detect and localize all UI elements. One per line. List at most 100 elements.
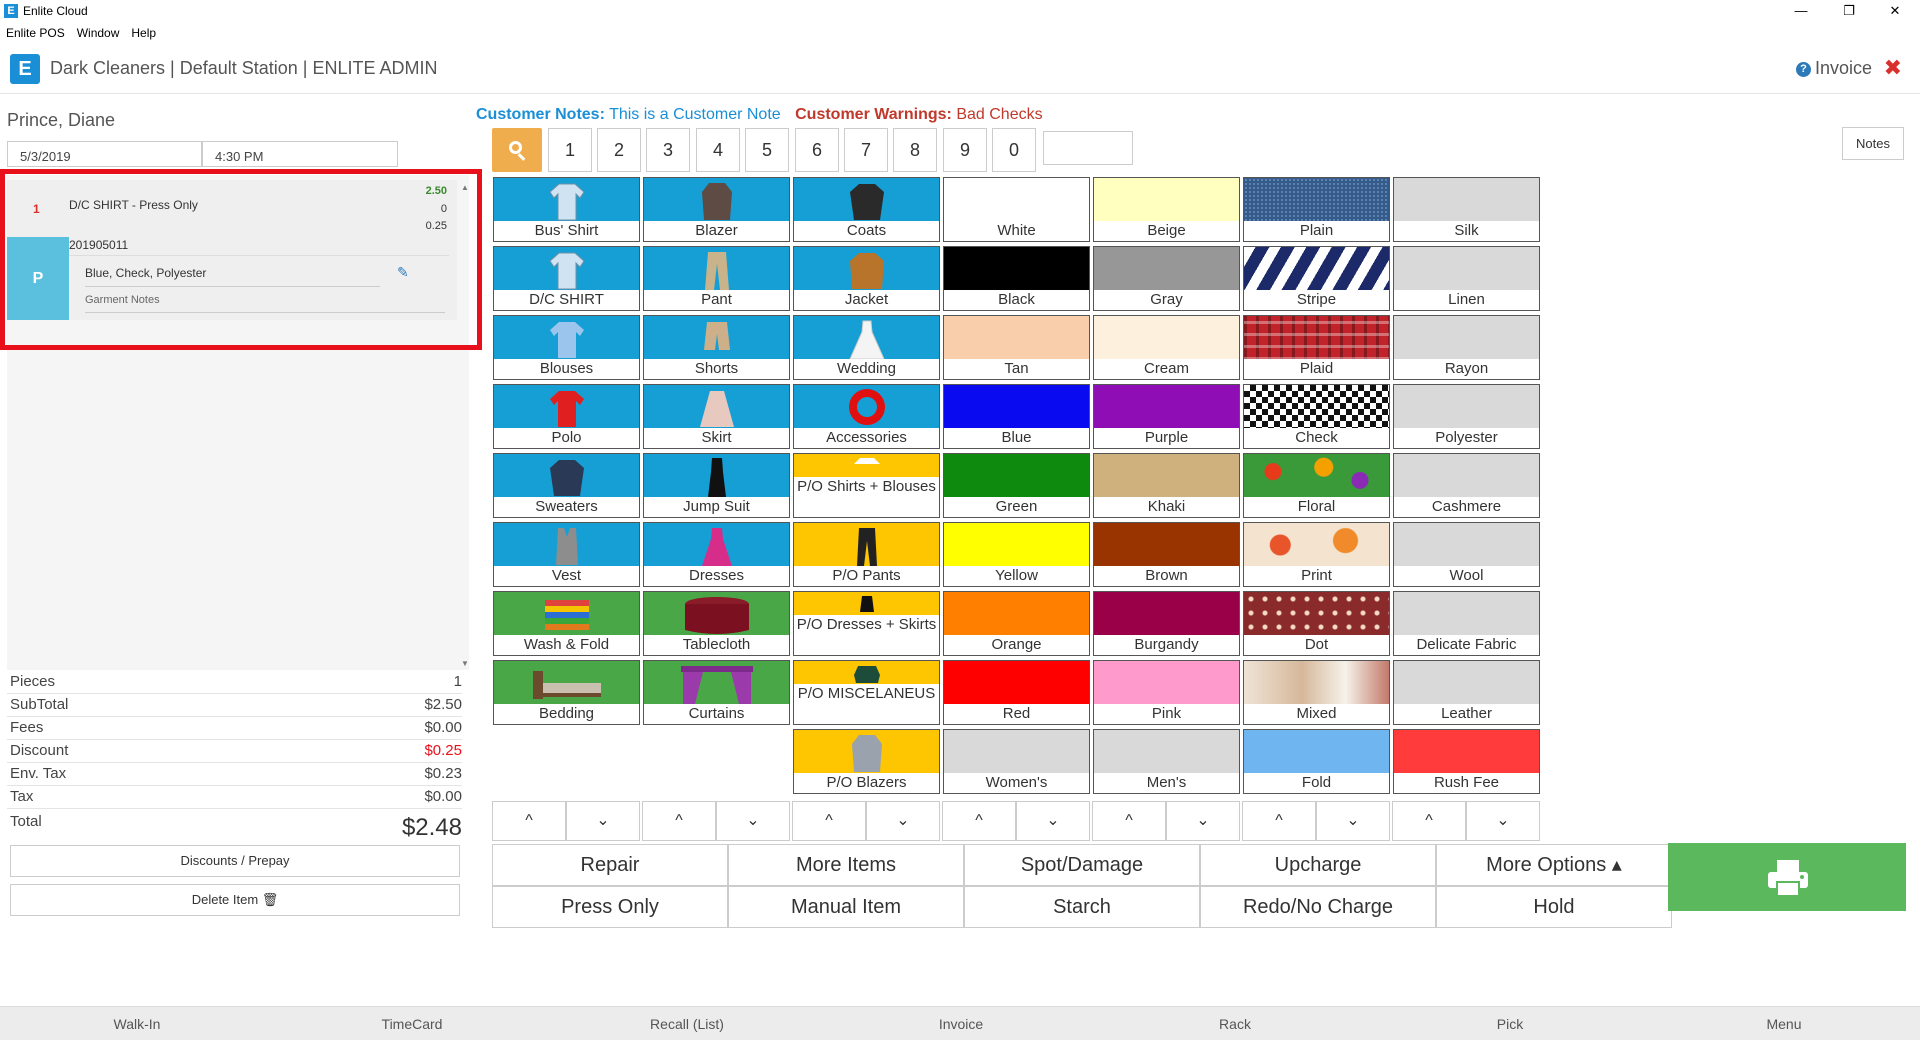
upcharge-button[interactable]: Upcharge — [1200, 844, 1436, 886]
tile-skirt[interactable]: Skirt — [643, 384, 790, 449]
tile-rush-fee[interactable]: Rush Fee — [1393, 729, 1540, 794]
tile-orange[interactable]: Orange — [943, 591, 1090, 656]
menu-window[interactable]: Window — [71, 22, 126, 40]
tile-pink[interactable]: Pink — [1093, 660, 1240, 725]
search-button[interactable] — [492, 128, 542, 172]
tile-silk[interactable]: Silk — [1393, 177, 1540, 242]
keypad-key-2[interactable]: 2 — [597, 128, 641, 172]
time-field[interactable]: 4:30 PM — [202, 141, 398, 167]
tile-wool[interactable]: Wool — [1393, 522, 1540, 587]
tile-women-s[interactable]: Women's — [943, 729, 1090, 794]
keypad-key-3[interactable]: 3 — [646, 128, 690, 172]
more-options-button[interactable]: More Options ▴ — [1436, 844, 1672, 886]
tile-print[interactable]: Print — [1243, 522, 1390, 587]
tile-sweaters[interactable]: Sweaters — [493, 453, 640, 518]
keypad-key-4[interactable]: 4 — [696, 128, 740, 172]
discounts-prepay-button[interactable]: Discounts / Prepay — [10, 845, 460, 877]
redo-no-charge-button[interactable]: Redo/No Charge — [1200, 886, 1436, 928]
nav-pick[interactable]: Pick — [1410, 1016, 1610, 1032]
print-button[interactable] — [1668, 843, 1906, 911]
scroll-up-icon[interactable]: ^ — [792, 801, 866, 841]
tile-p-o-dresses-skirts[interactable]: P/O Dresses + Skirts — [793, 591, 940, 656]
tile-polo[interactable]: Polo — [493, 384, 640, 449]
notes-button[interactable]: Notes — [1842, 127, 1904, 160]
tile-plain[interactable]: Plain — [1243, 177, 1390, 242]
tile-men-s[interactable]: Men's — [1093, 729, 1240, 794]
scroll-down-icon[interactable]: ⌄ — [716, 801, 790, 841]
spot-damage-button[interactable]: Spot/Damage — [964, 844, 1200, 886]
scroll-down-icon[interactable]: ▼ — [461, 659, 469, 668]
tile-white[interactable]: White — [943, 177, 1090, 242]
tile-check[interactable]: Check — [1243, 384, 1390, 449]
close-icon[interactable]: ✖ — [1884, 55, 1902, 81]
menu-help[interactable]: Help — [125, 22, 162, 40]
scroll-up-icon[interactable]: ^ — [1242, 801, 1316, 841]
minimize-button[interactable]: — — [1778, 0, 1824, 22]
tile-red[interactable]: Red — [943, 660, 1090, 725]
nav-rack[interactable]: Rack — [1135, 1016, 1335, 1032]
nav-invoice[interactable]: Invoice — [861, 1016, 1061, 1032]
tile-green[interactable]: Green — [943, 453, 1090, 518]
tile-accessories[interactable]: Accessories — [793, 384, 940, 449]
tile-purple[interactable]: Purple — [1093, 384, 1240, 449]
scroll-up-icon[interactable]: ^ — [492, 801, 566, 841]
tile-bus-shirt[interactable]: Bus' Shirt — [493, 177, 640, 242]
tile-pant[interactable]: Pant — [643, 246, 790, 311]
tile-shorts[interactable]: Shorts — [643, 315, 790, 380]
scroll-down-icon[interactable]: ⌄ — [1466, 801, 1540, 841]
tile-dot[interactable]: Dot — [1243, 591, 1390, 656]
keypad-key-7[interactable]: 7 — [844, 128, 888, 172]
scroll-down-icon[interactable]: ⌄ — [1316, 801, 1390, 841]
tile-curtains[interactable]: Curtains — [643, 660, 790, 725]
tile-jacket[interactable]: Jacket — [793, 246, 940, 311]
keypad-key-5[interactable]: 5 — [745, 128, 789, 172]
tile-blue[interactable]: Blue — [943, 384, 1090, 449]
tile-black[interactable]: Black — [943, 246, 1090, 311]
press-only-button[interactable]: Press Only — [492, 886, 728, 928]
nav-recall-list[interactable]: Recall (List) — [587, 1016, 787, 1032]
scroll-down-icon[interactable]: ⌄ — [566, 801, 640, 841]
tile-coats[interactable]: Coats — [793, 177, 940, 242]
scroll-up-icon[interactable]: ^ — [642, 801, 716, 841]
tile-blazer[interactable]: Blazer — [643, 177, 790, 242]
tile-fold[interactable]: Fold — [1243, 729, 1390, 794]
tile-floral[interactable]: Floral — [1243, 453, 1390, 518]
tile-tan[interactable]: Tan — [943, 315, 1090, 380]
tile-p-o-miscelaneus[interactable]: P/O MISCELANEUS — [793, 660, 940, 725]
tile-leather[interactable]: Leather — [1393, 660, 1540, 725]
tile-wash-fold[interactable]: Wash & Fold — [493, 591, 640, 656]
scroll-up-icon[interactable]: ^ — [942, 801, 1016, 841]
restore-button[interactable]: ❐ — [1826, 0, 1872, 22]
menu-enlite-pos[interactable]: Enlite POS — [0, 22, 71, 40]
tile-vest[interactable]: Vest — [493, 522, 640, 587]
tile-wedding[interactable]: Wedding — [793, 315, 940, 380]
tile-beige[interactable]: Beige — [1093, 177, 1240, 242]
tile-p-o-shirts-blouses[interactable]: P/O Shirts + Blouses — [793, 453, 940, 518]
close-window-button[interactable]: ✕ — [1872, 0, 1918, 22]
tile-jump-suit[interactable]: Jump Suit — [643, 453, 790, 518]
tile-stripe[interactable]: Stripe — [1243, 246, 1390, 311]
nav-walk-in[interactable]: Walk-In — [37, 1016, 237, 1032]
tile-dresses[interactable]: Dresses — [643, 522, 790, 587]
hold-button[interactable]: Hold — [1436, 886, 1672, 928]
tile-burgandy[interactable]: Burgandy — [1093, 591, 1240, 656]
tile-mixed[interactable]: Mixed — [1243, 660, 1390, 725]
tile-bedding[interactable]: Bedding — [493, 660, 640, 725]
number-input[interactable] — [1043, 131, 1133, 165]
tile-yellow[interactable]: Yellow — [943, 522, 1090, 587]
manual-item-button[interactable]: Manual Item — [728, 886, 964, 928]
tile-khaki[interactable]: Khaki — [1093, 453, 1240, 518]
more-items-button[interactable]: More Items — [728, 844, 964, 886]
tile-cream[interactable]: Cream — [1093, 315, 1240, 380]
tile-gray[interactable]: Gray — [1093, 246, 1240, 311]
delete-item-button[interactable]: Delete Item 🗑 — [10, 884, 460, 916]
keypad-key-9[interactable]: 9 — [943, 128, 987, 172]
date-field[interactable]: 5/3/2019 — [7, 141, 202, 167]
tile-brown[interactable]: Brown — [1093, 522, 1240, 587]
tile-linen[interactable]: Linen — [1393, 246, 1540, 311]
tile-plaid[interactable]: Plaid — [1243, 315, 1390, 380]
tile-polyester[interactable]: Polyester — [1393, 384, 1540, 449]
scroll-down-icon[interactable]: ⌄ — [866, 801, 940, 841]
scroll-down-icon[interactable]: ⌄ — [1016, 801, 1090, 841]
starch-button[interactable]: Starch — [964, 886, 1200, 928]
